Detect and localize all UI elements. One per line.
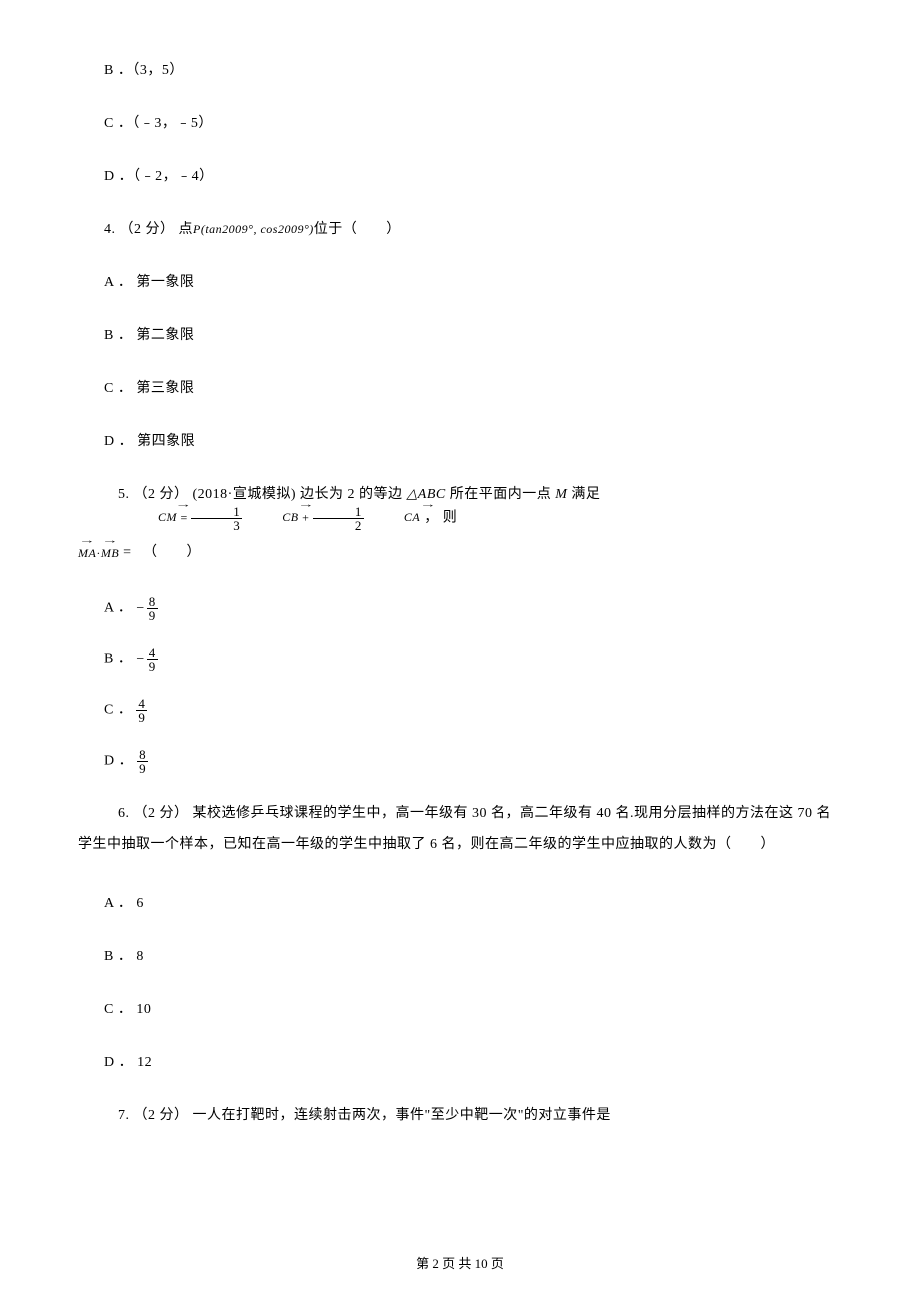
q5-d-label: D ．: [104, 754, 133, 769]
q5-option-a: A ． −89: [78, 595, 842, 622]
q5-c-label: C ．: [104, 703, 132, 718]
q4-stem-pre: 4. （2 分） 点: [104, 222, 193, 237]
frac-8-9: 89: [137, 748, 148, 775]
q6-option-a: A ． 6: [78, 893, 842, 914]
q5-continuation: MA·MB = （ ）: [78, 542, 842, 563]
plus: +: [299, 510, 313, 524]
q6-option-c: C ． 10: [78, 999, 842, 1020]
q5-cont-eq: = （ ）: [119, 545, 201, 560]
q7-stem: 7. （2 分） 一人在打靶时，连续射击两次，事件"至少中靶一次"的对立事件是: [78, 1105, 842, 1126]
q5-option-d: D ． 89: [78, 748, 842, 775]
q4-point-expr: P(tan2009°, cos2009°): [193, 222, 314, 236]
vector-cb: CB: [242, 508, 298, 526]
q5-option-c: C ． 49: [78, 697, 842, 724]
q6-stem: 6. （2 分） 某校选修乒乓球课程的学生中，高一年级有 30 名，高二年级有 …: [78, 799, 842, 861]
minus-icon: −: [136, 598, 144, 619]
q6-option-b: B ． 8: [78, 946, 842, 967]
q4-option-b: B ． 第二象限: [78, 325, 842, 346]
equals: =: [177, 510, 191, 524]
vector-ca: CA: [364, 508, 420, 526]
frac-8-9: 89: [147, 595, 158, 622]
q5-a-label: A ．: [104, 601, 132, 616]
q4-option-c: C ． 第三象限: [78, 378, 842, 399]
q5-stem-mid1: 所在平面内一点: [446, 487, 556, 502]
q5-stem: 5. （2 分） (2018·宣城模拟) 边长为 2 的等边 △ABC 所在平面…: [78, 484, 842, 532]
q5-option-b: B ． −49: [78, 646, 842, 673]
q5-stem-mid2: 满足: [567, 487, 600, 502]
q3-option-b: B ．（3，5）: [78, 60, 842, 81]
q4-stem: 4. （2 分） 点P(tan2009°, cos2009°)位于（ ）: [78, 219, 842, 240]
q6-option-d: D ． 12: [78, 1052, 842, 1073]
q5-equation: CM = 13CB + 12CA: [78, 505, 420, 532]
q4-option-a: A ． 第一象限: [78, 272, 842, 293]
q5-M: M: [555, 487, 567, 502]
q4-option-d: D ． 第四象限: [78, 431, 842, 452]
q5-stem-post: ， 则: [420, 511, 457, 526]
vector-cm: CM: [118, 508, 177, 526]
q3-option-c: C ．（﹣3，﹣5）: [78, 113, 842, 134]
frac-4-9: 49: [136, 697, 147, 724]
q4-stem-post: 位于（ ）: [314, 222, 401, 237]
vector-mb: MB: [101, 544, 119, 562]
frac-4-9: 49: [147, 646, 158, 673]
q5-b-label: B ．: [104, 652, 132, 667]
page-footer: 第 2 页 共 10 页: [0, 1253, 920, 1272]
q5-dot-product: MA·MB: [78, 544, 119, 562]
minus-icon: −: [136, 649, 144, 670]
q3-option-d: D ．（﹣2，﹣4）: [78, 166, 842, 187]
